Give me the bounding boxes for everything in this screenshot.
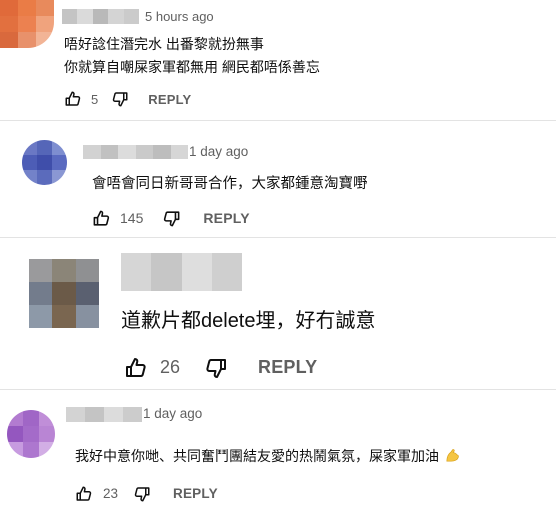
reply-button[interactable]: REPLY bbox=[203, 210, 249, 226]
comment-actions: 26 REPLY bbox=[124, 355, 317, 380]
reply-button[interactable]: REPLY bbox=[148, 92, 191, 107]
avatar[interactable] bbox=[22, 140, 67, 185]
thumbs-up-icon bbox=[76, 486, 92, 501]
comment-actions: 5 REPLY bbox=[64, 90, 191, 108]
thumbs-down-icon bbox=[112, 92, 128, 107]
comment-1: 5 hours ago 唔好諗住潛完水 出番黎就扮無事 你就算自嘲屎家軍都無用 … bbox=[0, 0, 556, 120]
username[interactable] bbox=[62, 9, 140, 24]
like-button[interactable] bbox=[124, 356, 148, 380]
like-count: 5 bbox=[91, 91, 99, 107]
comment-3: 道歉片都delete埋，好冇誠意 26 REPLY bbox=[0, 238, 556, 389]
username[interactable] bbox=[121, 253, 242, 291]
thumbs-up-icon bbox=[65, 91, 81, 106]
comment-text: 我好中意你哋、共同奮鬥團結友愛的热鬧氣氛，屎家軍加油 bbox=[75, 446, 461, 466]
like-button[interactable] bbox=[64, 90, 82, 108]
thumbs-up-icon bbox=[93, 210, 110, 226]
thumbs-down-icon bbox=[206, 358, 227, 378]
comment-actions: 145 REPLY bbox=[92, 208, 250, 228]
thumbs-down-icon bbox=[164, 210, 180, 226]
dislike-button[interactable] bbox=[204, 356, 228, 380]
reply-button[interactable]: REPLY bbox=[173, 486, 218, 501]
comment-text: 道歉片都delete埋，好冇誠意 bbox=[121, 310, 376, 332]
thumbs-up-icon bbox=[126, 357, 146, 377]
comment-text-body: 我好中意你哋、共同奮鬥團結友愛的热鬧氣氛，屎家軍加油 bbox=[75, 448, 439, 464]
comment-text: 會唔會同日新哥哥合作，大家都鍾意淘寶嘢 bbox=[92, 176, 368, 192]
timestamp[interactable]: 1 day ago bbox=[189, 144, 248, 159]
like-button[interactable] bbox=[92, 209, 111, 228]
comment-text-line-2: 你就算自嘲屎家軍都無用 網民都唔係善忘 bbox=[64, 59, 320, 75]
comment-2: 1 day ago 會唔會同日新哥哥合作，大家都鍾意淘寶嘢 145 REPLY bbox=[0, 121, 556, 237]
like-count: 23 bbox=[103, 486, 119, 501]
avatar[interactable] bbox=[29, 259, 99, 328]
comment-actions: 23 REPLY bbox=[75, 484, 218, 503]
username[interactable] bbox=[66, 407, 142, 422]
like-count: 145 bbox=[120, 210, 144, 226]
thumbs-down-icon bbox=[134, 486, 150, 501]
dislike-button[interactable] bbox=[162, 209, 181, 228]
timestamp[interactable]: 1 day ago bbox=[143, 406, 202, 421]
like-count: 26 bbox=[160, 357, 181, 377]
avatar[interactable] bbox=[7, 410, 55, 458]
dislike-button[interactable] bbox=[133, 485, 151, 503]
flexed-biceps-emoji bbox=[446, 449, 459, 462]
dislike-button[interactable] bbox=[111, 90, 129, 108]
reply-button[interactable]: REPLY bbox=[258, 357, 317, 378]
like-button[interactable] bbox=[75, 485, 93, 503]
comment-text-line-1: 唔好諗住潛完水 出番黎就扮無事 bbox=[64, 36, 264, 52]
avatar[interactable] bbox=[0, 0, 54, 48]
username[interactable] bbox=[83, 145, 188, 159]
timestamp[interactable]: 5 hours ago bbox=[145, 9, 214, 24]
comment-4: 1 day ago 我好中意你哋、共同奮鬥團結友愛的热鬧氣氛，屎家軍加油 23 … bbox=[0, 390, 556, 507]
